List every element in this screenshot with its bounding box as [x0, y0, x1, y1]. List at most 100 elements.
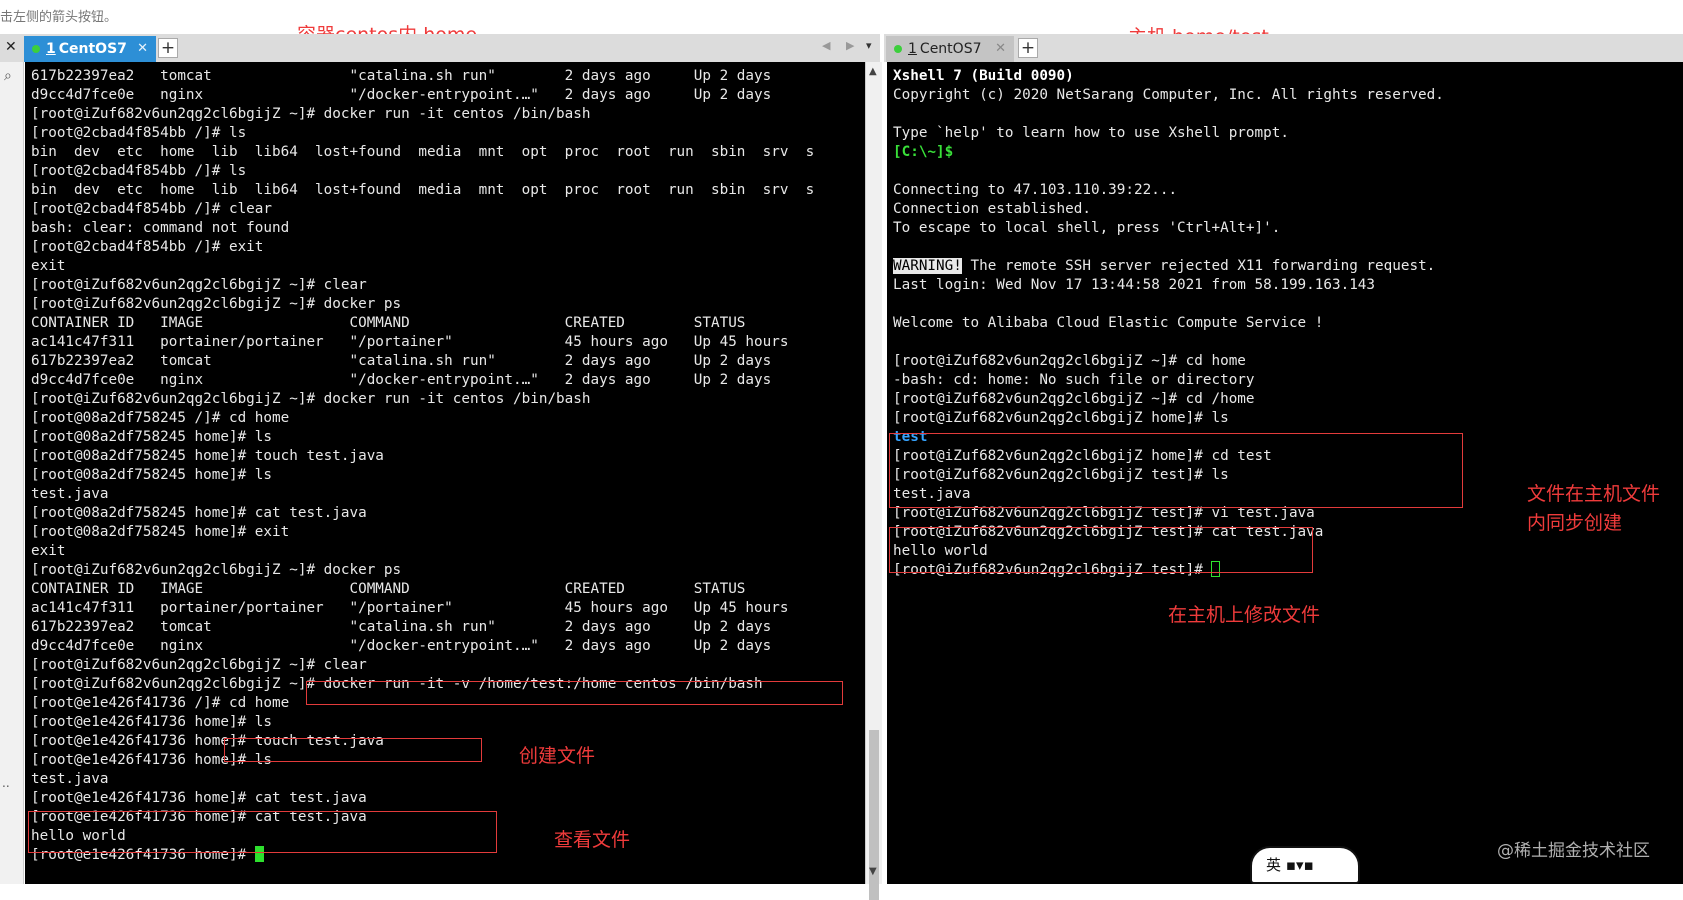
terminal-line-text: exit — [31, 543, 66, 559]
ime-mascot-icon: ▪▾▪ — [1281, 856, 1314, 874]
terminal-line-text: [root@08a2df758245 home]# ls — [31, 467, 273, 483]
terminal-line: d9cc4d7fce0e nginx "/docker-entrypoint.…… — [31, 371, 814, 390]
more-icon[interactable]: .. — [2, 776, 10, 790]
terminal-line: 617b22397ea2 tomcat "catalina.sh run" 2 … — [31, 352, 814, 371]
tab-centos7-right[interactable]: 1 CentOS7 ✕ — [886, 36, 1014, 62]
terminal-line: d9cc4d7fce0e nginx "/docker-entrypoint.…… — [31, 86, 814, 105]
terminal-line-text: d9cc4d7fce0e nginx "/docker-entrypoint.…… — [31, 372, 772, 388]
warning-text: The remote SSH server rejected X11 forwa… — [961, 258, 1436, 274]
terminal-line-text: d9cc4d7fce0e nginx "/docker-entrypoint.…… — [31, 638, 772, 654]
warning-label: WARNING! — [893, 258, 962, 274]
terminal-line: [root@iZuf682v6un2qg2cl6bgijZ ~]# docker… — [31, 295, 814, 314]
tab-close-icon[interactable]: ✕ — [137, 36, 148, 62]
connected-status-icon — [894, 45, 902, 53]
terminal-line: exit — [31, 257, 814, 276]
terminal-line-text: [root@2cbad4f854bb /]# ls — [31, 163, 247, 179]
terminal-line-text: bin dev etc home lib lib64 lost+found me… — [31, 144, 815, 160]
banner-title: Xshell 7 (Build 0090) — [893, 68, 1074, 84]
terminal-line: bash: clear: command not found — [31, 219, 814, 238]
terminal-line: CONTAINER ID IMAGE COMMAND CREATED STATU… — [31, 580, 814, 599]
close-panel-icon[interactable]: ✕ — [5, 39, 17, 55]
terminal-line: 617b22397ea2 tomcat "catalina.sh run" 2 … — [31, 618, 814, 637]
terminal-line-text: [root@08a2df758245 home]# exit — [31, 524, 290, 540]
terminal-line: CONTAINER ID IMAGE COMMAND CREATED STATU… — [31, 314, 814, 333]
create-file-annotation: 创建文件 — [519, 745, 596, 767]
terminal-line: [root@e1e426f41736 home]# cat test.java — [31, 789, 814, 808]
warning-line: WARNING! The remote SSH server rejected … — [893, 257, 1444, 276]
host-ls-highlight — [889, 433, 1463, 508]
sync-created-annotation: 文件在主机文件 内同步创建 — [1527, 483, 1661, 534]
terminal-line-text: [root@iZuf682v6un2qg2cl6bgijZ ~]# cd /ho… — [893, 391, 1255, 407]
new-tab-button[interactable]: + — [1018, 38, 1038, 58]
connected-status-icon — [32, 45, 40, 53]
terminal-line: [root@iZuf682v6un2qg2cl6bgijZ ~]# clear — [31, 656, 814, 675]
scroll-up-icon[interactable]: ▲ — [869, 66, 877, 77]
terminal-line: [root@2cbad4f854bb /]# ls — [31, 124, 814, 143]
terminal-line: [root@2cbad4f854bb /]# clear — [31, 200, 814, 219]
terminal-line-text: [root@iZuf682v6un2qg2cl6bgijZ home]# ls — [893, 410, 1229, 426]
terminal-line-text: -bash: cd: home: No such file or directo… — [893, 372, 1255, 388]
terminal-line: d9cc4d7fce0e nginx "/docker-entrypoint.…… — [31, 637, 814, 656]
volume-run-command-highlight — [306, 681, 843, 705]
help-hint-text: 击左侧的箭头按钮。 — [0, 10, 118, 25]
tab-centos7-left[interactable]: 1 CentOS7 ✕ — [24, 36, 156, 62]
terminal-line-text: test.java — [31, 486, 109, 502]
tab-dropdown-icon[interactable]: ▾ — [866, 39, 872, 52]
terminal-line-text: [root@e1e426f41736 /]# cd home — [31, 695, 290, 711]
terminal-line: [root@iZuf682v6un2qg2cl6bgijZ ~]# docker… — [31, 105, 814, 124]
ime-indicator[interactable]: 英 ▪▾▪ — [1250, 846, 1360, 884]
terminal-line: bin dev etc home lib lib64 lost+found me… — [31, 143, 814, 162]
terminal-line-text: 617b22397ea2 tomcat "catalina.sh run" 2 … — [31, 68, 772, 84]
terminal-line-text: exit — [31, 258, 66, 274]
welcome-line: Welcome to Alibaba Cloud Elastic Compute… — [893, 315, 1324, 331]
tab-scroll-arrows-icon[interactable]: ◀ ▶ — [822, 39, 860, 52]
terminal-line-text: [root@e1e426f41736 home]# ls — [31, 714, 273, 730]
terminal-line-text: [root@08a2df758245 home]# ls — [31, 429, 273, 445]
terminal-line-text: [root@2cbad4f854bb /]# clear — [31, 201, 273, 217]
left-tab-bar: ✕ 1 CentOS7 ✕ + ◀ ▶ ▾ — [0, 34, 880, 62]
scroll-down-icon[interactable]: ▼ — [869, 866, 877, 877]
tab-close-icon[interactable]: ✕ — [995, 36, 1006, 62]
terminal-line-text: CONTAINER ID IMAGE COMMAND CREATED STATU… — [31, 315, 746, 331]
terminal-line: [root@iZuf682v6un2qg2cl6bgijZ ~]# clear — [31, 276, 814, 295]
terminal-line-text: [root@iZuf682v6un2qg2cl6bgijZ ~]# clear — [31, 657, 367, 673]
established-line: Connection established. — [893, 201, 1091, 217]
terminal-line-text: d9cc4d7fce0e nginx "/docker-entrypoint.…… — [31, 87, 772, 103]
terminal-line: [root@08a2df758245 home]# ls — [31, 428, 814, 447]
tab-number: 1 — [46, 41, 56, 57]
terminal-line-text: [root@08a2df758245 /]# cd home — [31, 410, 290, 426]
terminal-line: [root@2cbad4f854bb /]# exit — [31, 238, 814, 257]
search-icon[interactable]: ⌕ — [4, 68, 12, 84]
terminal-line-text: [root@08a2df758245 home]# touch test.jav… — [31, 448, 384, 464]
terminal-line: [root@iZuf682v6un2qg2cl6bgijZ ~]# cd /ho… — [893, 390, 1444, 409]
terminal-line-text: bin dev etc home lib lib64 lost+found me… — [31, 182, 815, 198]
terminal-line: exit — [31, 542, 814, 561]
view-file-annotation: 查看文件 — [554, 829, 631, 851]
terminal-line-text: ac141c47f311 portainer/portainer "/porta… — [31, 334, 789, 350]
tab-label: CentOS7 — [58, 41, 127, 57]
terminal-line-text: ac141c47f311 portainer/portainer "/porta… — [31, 600, 789, 616]
terminal-line-text: bash: clear: command not found — [31, 220, 290, 236]
terminal-scrollbar[interactable]: ▲ ▼ — [865, 62, 882, 900]
session-side-strip: ⌕ .. — [0, 62, 24, 884]
terminal-line: [root@e1e426f41736 home]# ls — [31, 713, 814, 732]
local-prompt-line: [C:\~]$ — [893, 144, 954, 160]
host-cat-highlight — [889, 527, 1313, 573]
terminal-line-text: CONTAINER ID IMAGE COMMAND CREATED STATU… — [31, 581, 746, 597]
terminal-line-text: [root@iZuf682v6un2qg2cl6bgijZ ~]# clear — [31, 277, 367, 293]
escape-tip-line: To escape to local shell, press 'Ctrl+Al… — [893, 220, 1281, 236]
new-tab-button[interactable]: + — [158, 38, 178, 58]
terminal-line: 617b22397ea2 tomcat "catalina.sh run" 2 … — [31, 67, 814, 86]
touch-command-highlight — [224, 738, 482, 762]
terminal-line: test.java — [31, 770, 814, 789]
right-tab-bar: 1 CentOS7 ✕ + — [884, 34, 1683, 62]
copyright-line: Copyright (c) 2020 NetSarang Computer, I… — [893, 87, 1444, 103]
terminal-line: [root@iZuf682v6un2qg2cl6bgijZ ~]# cd hom… — [893, 352, 1444, 371]
terminal-line: [root@08a2df758245 home]# ls — [31, 466, 814, 485]
last-login-line: Last login: Wed Nov 17 13:44:58 2021 fro… — [893, 277, 1376, 293]
terminal-line: [root@08a2df758245 home]# exit — [31, 523, 814, 542]
terminal-line: [root@iZuf682v6un2qg2cl6bgijZ ~]# docker… — [31, 561, 814, 580]
